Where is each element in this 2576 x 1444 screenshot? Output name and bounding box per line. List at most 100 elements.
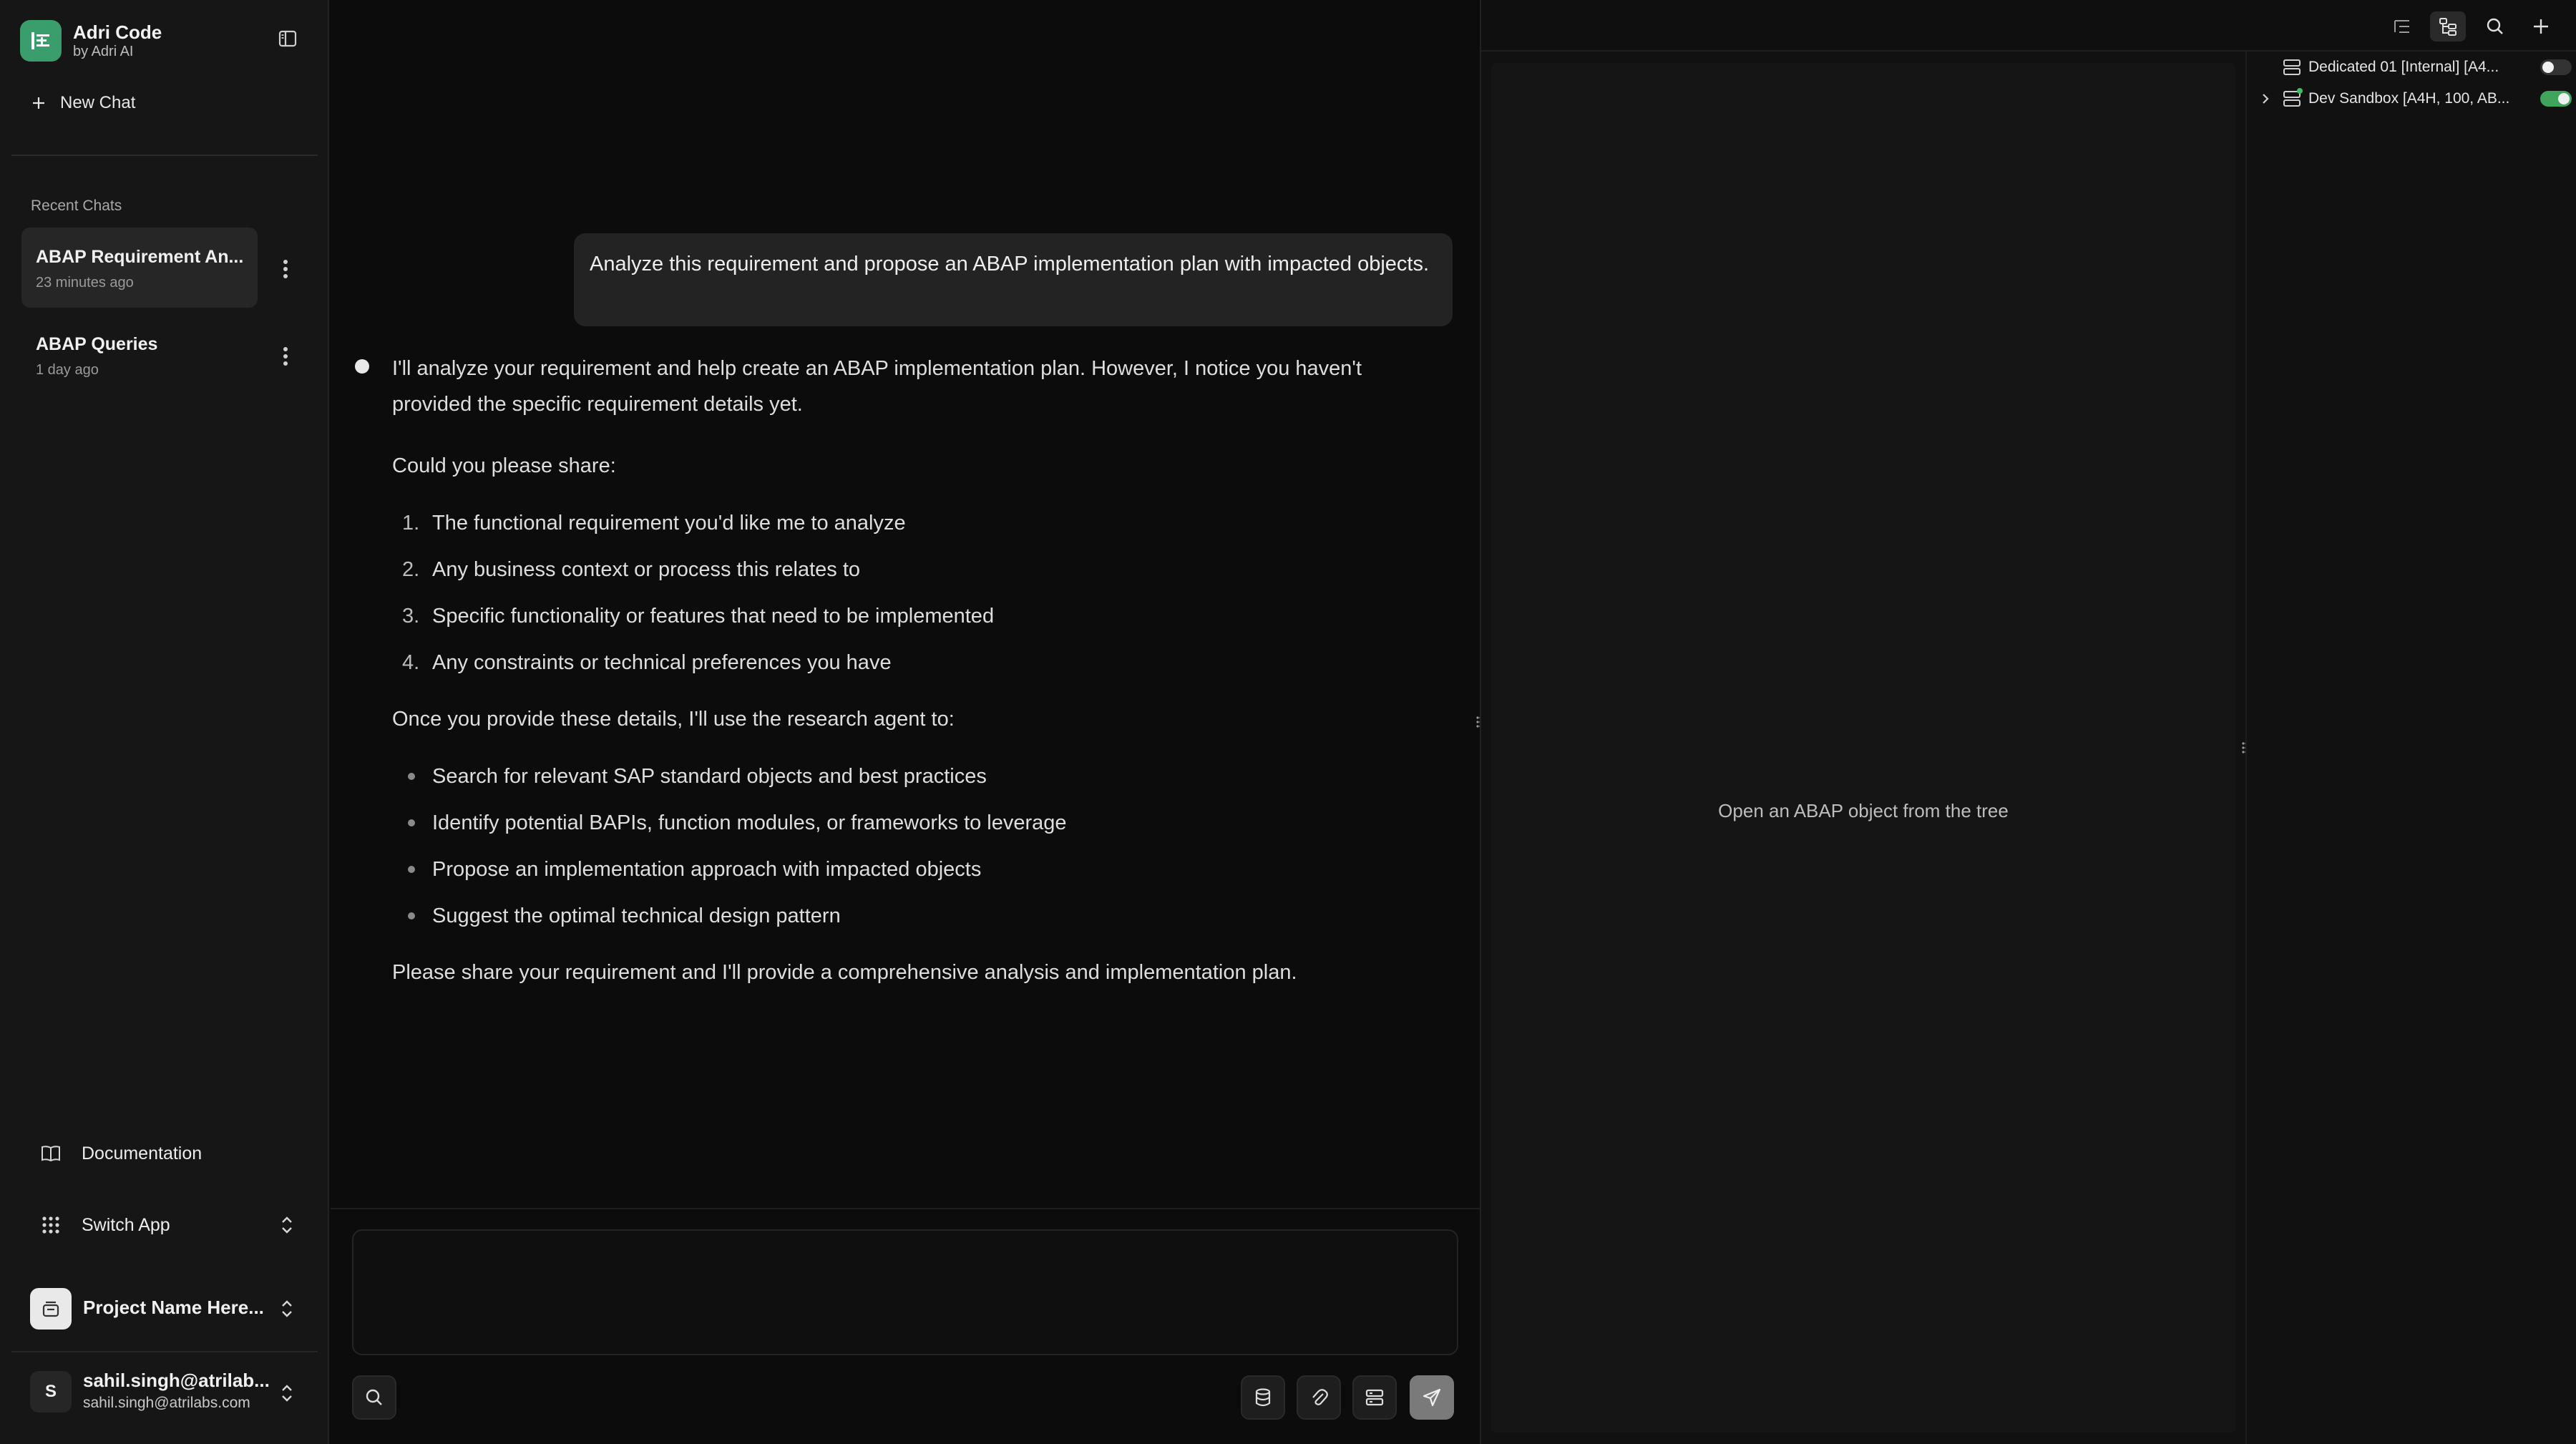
project-icon[interactable] bbox=[30, 1288, 72, 1330]
list-text: Identify potential BAPIs, function modul… bbox=[432, 811, 1067, 834]
database-icon bbox=[1255, 1388, 1271, 1407]
send-button[interactable] bbox=[1410, 1375, 1454, 1420]
sidebar-toggle-icon bbox=[278, 30, 297, 47]
tree-view-button[interactable] bbox=[2430, 11, 2466, 42]
server-button[interactable] bbox=[1352, 1375, 1397, 1420]
user-email: sahil.singh@atrilabs.com bbox=[83, 1395, 250, 1411]
new-chat-button[interactable]: New Chat bbox=[30, 89, 135, 117]
chevron-up-down-icon[interactable] bbox=[276, 1381, 298, 1405]
system-toggle[interactable] bbox=[2540, 59, 2572, 75]
connected-status-icon bbox=[2297, 88, 2303, 94]
panel-toolbar bbox=[1481, 0, 2576, 52]
book-icon bbox=[39, 1141, 63, 1166]
documentation-label: Documentation bbox=[82, 1143, 203, 1164]
chat-title: ABAP Requirement An... bbox=[36, 247, 244, 267]
database-button[interactable] bbox=[1241, 1375, 1285, 1420]
bullet-icon bbox=[392, 772, 432, 780]
list-number: 1. bbox=[402, 511, 420, 535]
server-icon bbox=[1365, 1389, 1384, 1406]
right-panel: Open an ABAP object from the tree Dedica… bbox=[1480, 0, 2576, 1444]
chevron-right-icon[interactable] bbox=[2255, 89, 2275, 109]
list-item: 1. The functional requirement you'd like… bbox=[392, 499, 1437, 546]
chat-options-button[interactable] bbox=[275, 255, 296, 283]
assistant-message: I'll analyze your requirement and help c… bbox=[392, 351, 1437, 990]
divider bbox=[11, 155, 318, 156]
more-vertical-icon bbox=[283, 260, 288, 278]
server-icon bbox=[2281, 57, 2303, 78]
list-item: 2. Any business context or process this … bbox=[392, 546, 1437, 592]
list-item: 4. Any constraints or technical preferen… bbox=[392, 639, 1437, 686]
tree-item-dev-sandbox[interactable]: Dev Sandbox [A4H, 100, AB... bbox=[2247, 84, 2576, 113]
folder-tree-icon bbox=[2439, 18, 2457, 36]
list-item: Suggest the optimal technical design pat… bbox=[392, 892, 1437, 939]
list-text: Any business context or process this rel… bbox=[432, 557, 861, 581]
list-number: 2. bbox=[402, 557, 420, 581]
chat-time: 1 day ago bbox=[36, 362, 99, 378]
brand-name: Adri Code bbox=[73, 21, 162, 43]
chat-area: Analyze this requirement and propose an … bbox=[331, 0, 1480, 1444]
list-text: Propose an implementation approach with … bbox=[432, 857, 982, 881]
list-item: Search for relevant SAP standard objects… bbox=[392, 753, 1437, 799]
search-icon bbox=[366, 1389, 382, 1405]
plus-icon bbox=[33, 97, 44, 109]
brand: Adri Code by Adri AI bbox=[20, 20, 162, 62]
more-vertical-icon bbox=[283, 347, 288, 366]
server-icon bbox=[2281, 88, 2303, 109]
assistant-ask: Could you please share: bbox=[392, 454, 616, 477]
chevron-up-down-icon bbox=[276, 1297, 298, 1321]
system-tree: Dedicated 01 [Internal] [A4... Dev Sandb… bbox=[2245, 52, 2576, 1444]
paperclip-icon bbox=[1312, 1389, 1328, 1405]
grid-icon bbox=[39, 1213, 63, 1237]
sidebar: Adri Code by Adri AI New Chat Recent Cha… bbox=[0, 0, 329, 1444]
tree-item-dedicated-01[interactable]: Dedicated 01 [Internal] [A4... bbox=[2247, 53, 2576, 82]
tree-item-label: Dev Sandbox [A4H, 100, AB... bbox=[2308, 90, 2510, 107]
search-button[interactable] bbox=[352, 1375, 396, 1420]
user-name[interactable]: sahil.singh@atrilab... bbox=[83, 1370, 270, 1391]
list-text: The functional requirement you'd like me… bbox=[432, 511, 906, 535]
bullet-icon bbox=[392, 912, 432, 919]
list-item: Propose an implementation approach with … bbox=[392, 846, 1437, 892]
chat-title: ABAP Queries bbox=[36, 334, 158, 354]
plus-icon bbox=[2534, 19, 2548, 34]
tree-item-label: Dedicated 01 [Internal] [A4... bbox=[2308, 59, 2499, 75]
list-number: 3. bbox=[402, 604, 420, 628]
system-toggle[interactable] bbox=[2540, 91, 2572, 107]
switch-app-label: Switch App bbox=[82, 1214, 170, 1235]
bullet-icon bbox=[392, 865, 432, 873]
brand-subtitle: by Adri AI bbox=[73, 44, 134, 59]
chat-time: 23 minutes ago bbox=[36, 275, 134, 291]
add-system-button[interactable] bbox=[2523, 11, 2559, 42]
avatar[interactable]: S bbox=[30, 1371, 72, 1413]
assistant-indicator-icon bbox=[355, 359, 369, 374]
recent-chats-label: Recent Chats bbox=[31, 197, 122, 214]
outline-view-button[interactable] bbox=[2384, 11, 2420, 42]
list-text: Suggest the optimal technical design pat… bbox=[432, 904, 841, 927]
chat-item-abap-queries[interactable]: ABAP Queries 1 day ago bbox=[21, 315, 258, 395]
message-input[interactable] bbox=[352, 1229, 1458, 1355]
user-message: Analyze this requirement and propose an … bbox=[574, 233, 1453, 326]
chat-item-abap-requirement[interactable]: ABAP Requirement An... 23 minutes ago bbox=[21, 228, 258, 308]
documentation-link[interactable]: Documentation bbox=[39, 1138, 202, 1169]
chevron-up-down-icon bbox=[276, 1213, 298, 1237]
list-text: Specific functionality or features that … bbox=[432, 604, 995, 628]
editor-pane: Open an ABAP object from the tree bbox=[1491, 63, 2235, 1433]
divider bbox=[331, 1208, 1480, 1209]
search-tree-button[interactable] bbox=[2477, 11, 2513, 42]
collapse-sidebar-button[interactable] bbox=[276, 27, 299, 50]
switch-app-button[interactable]: Switch App bbox=[39, 1209, 170, 1241]
chat-options-button[interactable] bbox=[275, 342, 296, 371]
list-text: Search for relevant SAP standard objects… bbox=[432, 764, 987, 788]
attach-button[interactable] bbox=[1297, 1375, 1341, 1420]
list-item: Identify potential BAPIs, function modul… bbox=[392, 799, 1437, 846]
project-selector[interactable]: Project Name Here... bbox=[83, 1297, 264, 1319]
list-number: 4. bbox=[402, 650, 420, 674]
divider bbox=[11, 1351, 318, 1352]
list-item: 3. Specific functionality or features th… bbox=[392, 592, 1437, 639]
bullet-icon bbox=[392, 819, 432, 826]
editor-empty-state: Open an ABAP object from the tree bbox=[1718, 800, 2009, 821]
search-icon bbox=[2487, 18, 2503, 34]
list-text: Any constraints or technical preferences… bbox=[432, 650, 892, 674]
new-chat-label: New Chat bbox=[60, 93, 136, 112]
send-icon bbox=[1423, 1388, 1441, 1407]
